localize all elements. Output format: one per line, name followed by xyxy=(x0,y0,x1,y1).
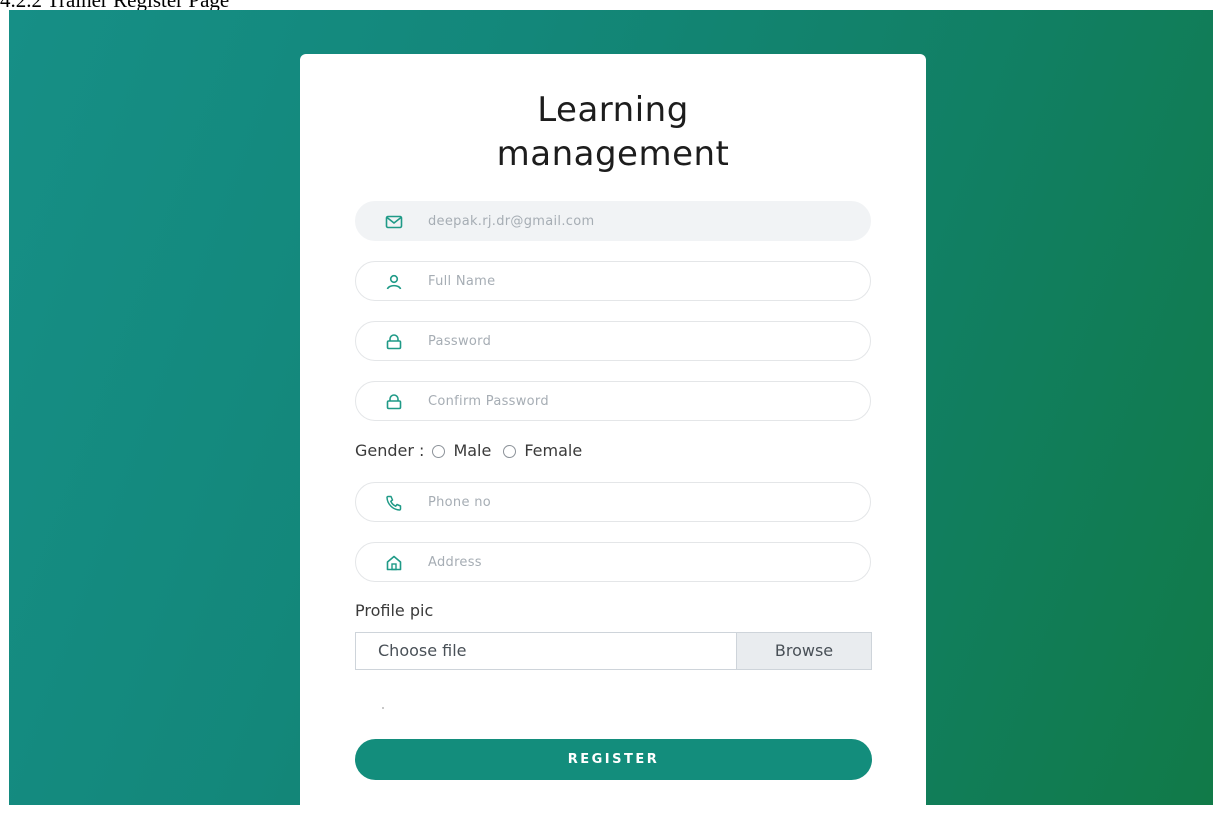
password-input[interactable] xyxy=(428,322,848,360)
gender-female-label[interactable]: Female xyxy=(524,440,582,462)
address-field[interactable] xyxy=(355,542,871,582)
email-field[interactable] xyxy=(355,201,871,241)
gender-female-radio[interactable] xyxy=(503,444,517,458)
gender-male-radio[interactable] xyxy=(432,444,446,458)
full-name-field[interactable] xyxy=(355,261,871,301)
password-field[interactable] xyxy=(355,321,871,361)
divider-dot xyxy=(382,707,384,709)
gender-group: Gender : Male Female xyxy=(355,440,582,462)
gender-label: Gender : xyxy=(355,441,425,460)
profile-pic-label: Profile pic xyxy=(355,601,434,620)
app-title-line-2: management xyxy=(496,134,730,174)
confirm-password-field[interactable] xyxy=(355,381,871,421)
home-icon xyxy=(386,555,402,571)
gender-male-label[interactable]: Male xyxy=(453,440,491,462)
full-name-input[interactable] xyxy=(428,262,848,300)
confirm-password-input[interactable] xyxy=(428,382,848,420)
email-input[interactable] xyxy=(428,202,848,240)
file-input-text[interactable]: Choose file xyxy=(378,633,467,669)
register-button[interactable]: REGISTER xyxy=(355,739,872,780)
address-input[interactable] xyxy=(428,543,848,581)
app-title-line-1: Learning xyxy=(537,90,689,130)
lock-icon xyxy=(386,394,402,410)
user-icon xyxy=(386,274,402,290)
mail-icon xyxy=(385,215,403,229)
profile-pic-file-input[interactable]: Choose file Browse xyxy=(355,632,872,670)
phone-input[interactable] xyxy=(428,483,848,521)
browse-button[interactable]: Browse xyxy=(736,633,871,669)
phone-icon xyxy=(386,495,402,511)
app-title: Learning management xyxy=(300,88,926,176)
phone-field[interactable] xyxy=(355,482,871,522)
lock-icon xyxy=(386,334,402,350)
